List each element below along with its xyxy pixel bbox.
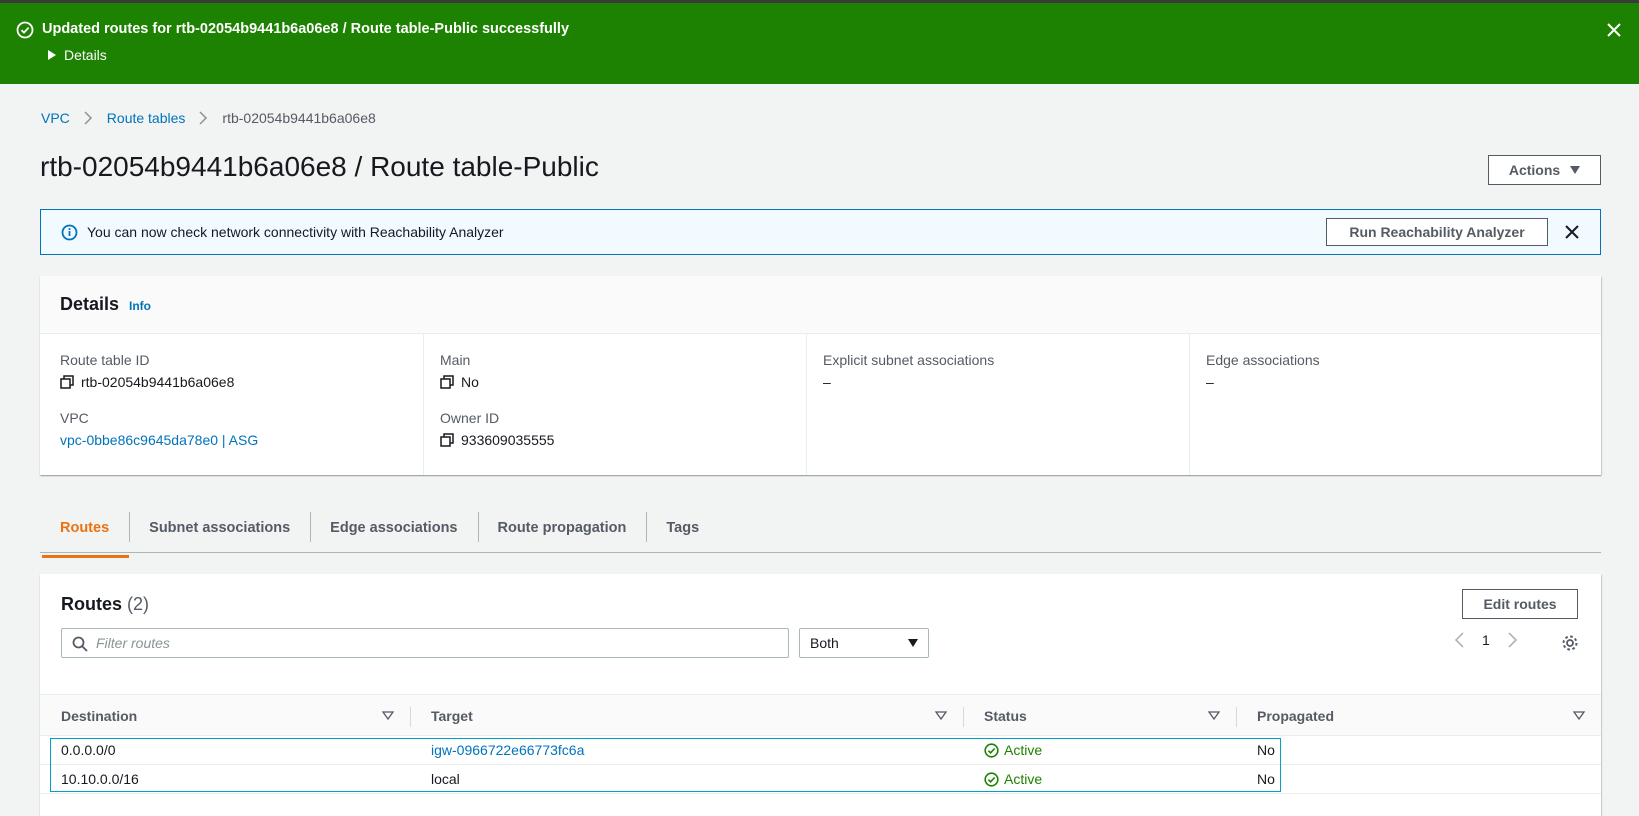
info-alert-text: You can now check network connectivity w… [87,224,504,240]
page-title: rtb-02054b9441b6a06e8 / Route table-Publ… [40,151,599,182]
tab-route-propagation[interactable]: Route propagation [477,507,647,549]
routes-title-text: Routes [61,594,123,614]
success-flash-banner: Updated routes for rtb-02054b9441b6a06e8… [0,0,1639,84]
tab-tags[interactable]: Tags [646,507,719,549]
tab-bar: Routes Subnet associations Edge associat… [40,503,1601,558]
details-column-1: Route table ID rtb-02054b9441b6a06e8 VPC… [60,334,415,475]
copy-icon[interactable] [440,374,455,390]
vpc-label: VPC [60,410,89,426]
filter-routes-field [61,628,789,658]
details-header: Details Info [40,276,1601,334]
pagination: 1 [1454,632,1518,648]
destination-cell: 10.10.0.0/16 [61,771,139,787]
edge-associations-label: Edge associations [1206,352,1320,368]
column-header-label: Propagated [1257,708,1335,724]
breadcrumb-route-tables[interactable]: Route tables [107,110,186,126]
sort-icon[interactable] [1208,710,1220,722]
close-icon[interactable] [1603,19,1625,41]
target-cell: local [431,771,460,787]
status-text: Active [1004,742,1043,758]
chevron-left-icon[interactable] [1454,632,1466,648]
close-icon[interactable] [1563,223,1581,241]
routes-table: Destination Target Status Propagated 0.0… [40,694,1601,794]
details-title: Details [60,294,120,314]
gear-icon[interactable] [1561,634,1579,652]
search-icon [72,636,88,652]
details-column-3: Explicit subnet associations – [806,334,1189,475]
routes-panel: Routes (2) Edit routes Both 1 Destinatio… [40,574,1601,816]
page-number[interactable]: 1 [1482,632,1490,648]
run-reachability-analyzer-button[interactable]: Run Reachability Analyzer [1326,218,1548,246]
column-header-label: Target [431,708,473,724]
status-text: Active [1004,771,1043,787]
details-panel: Details Info Route table ID rtb-02054b94… [40,276,1601,475]
actions-label: Actions [1508,162,1561,178]
filter-routes-input[interactable] [96,633,776,653]
destination-cell: 0.0.0.0/0 [61,742,116,758]
info-link[interactable]: Info [129,299,151,313]
edge-associations-value: – [1206,374,1214,390]
breadcrumb-vpc[interactable]: VPC [41,110,70,126]
propagated-cell: No [1257,742,1275,758]
target-link[interactable]: igw-0966722e66773fc6a [431,742,584,758]
column-header-destination[interactable]: Destination [40,695,410,737]
column-header-label: Destination [61,708,138,724]
tab-subnet-associations[interactable]: Subnet associations [129,507,310,549]
check-circle-icon [984,771,999,787]
explicit-subnet-associations-label: Explicit subnet associations [823,352,995,368]
flash-details-toggle[interactable]: Details [48,47,107,63]
chevron-right-icon[interactable] [1506,632,1518,648]
status-cell: Active [963,742,1236,758]
vpc-link[interactable]: vpc-0bbe86c9645da78e0 | ASG [60,432,258,448]
propagated-cell: No [1257,771,1275,787]
check-circle-icon [984,742,999,758]
flash-message: Updated routes for rtb-02054b9441b6a06e8… [42,21,570,37]
details-column-2: Main No Owner ID 933609035555 [423,334,806,475]
column-header-status[interactable]: Status [963,695,1236,737]
flash-details-label: Details [64,47,107,63]
route-type-select[interactable]: Both [799,628,929,658]
details-column-4: Edge associations – [1189,334,1581,475]
breadcrumb: VPC Route tables rtb-02054b9441b6a06e8 [41,110,376,126]
route-table-id-label: Route table ID [60,352,150,368]
routes-count: (2) [127,594,150,614]
tab-edge-associations[interactable]: Edge associations [310,507,477,549]
breadcrumb-current: rtb-02054b9441b6a06e8 [222,110,376,126]
owner-id-label: Owner ID [440,410,500,426]
tab-routes[interactable]: Routes [40,507,130,558]
status-cell: Active [963,771,1236,787]
caret-down-icon [908,639,918,647]
chevron-right-icon [84,111,92,125]
routes-title: Routes (2) [61,594,149,615]
table-header: Destination Target Status Propagated [40,694,1601,736]
check-circle-icon [16,21,34,39]
edit-routes-button[interactable]: Edit routes [1462,589,1578,619]
route-type-select-value: Both [810,635,839,651]
table-row[interactable]: 0.0.0.0/0 igw-0966722e66773fc6a Active N… [40,736,1601,765]
actions-button[interactable]: Actions [1488,155,1601,185]
main-label: Main [440,352,471,368]
caret-down-icon [1570,166,1581,174]
info-icon [61,224,78,241]
column-header-target[interactable]: Target [410,695,963,737]
sort-icon[interactable] [382,710,394,722]
sort-icon[interactable] [935,710,947,722]
owner-id-value: 933609035555 [461,432,555,448]
column-header-label: Status [984,708,1027,724]
copy-icon[interactable] [60,374,75,390]
sort-icon[interactable] [1573,710,1585,722]
main-value: No [461,374,479,390]
route-table-id-value: rtb-02054b9441b6a06e8 [81,374,235,390]
column-header-propagated[interactable]: Propagated [1236,695,1601,737]
copy-icon[interactable] [440,432,455,448]
explicit-subnet-associations-value: – [823,374,831,390]
table-row[interactable]: 10.10.0.0/16 local Active No [40,765,1601,794]
info-alert: You can now check network connectivity w… [40,209,1601,255]
chevron-right-icon [199,111,208,125]
caret-right-icon [48,50,56,60]
